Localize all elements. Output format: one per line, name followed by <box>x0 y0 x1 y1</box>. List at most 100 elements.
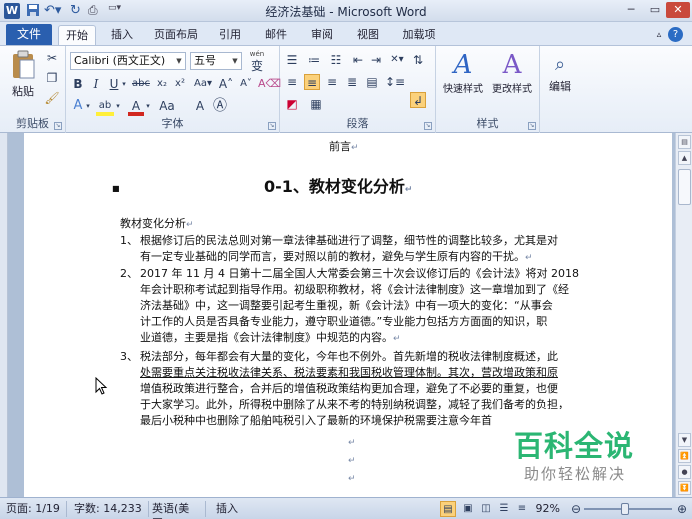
full-screen-view-icon[interactable]: ▣ <box>460 501 476 517</box>
minimize-button[interactable]: ─ <box>620 2 642 18</box>
font-color-icon[interactable]: A <box>128 98 144 116</box>
align-left-icon[interactable]: ≡ <box>284 74 300 90</box>
list-item-line: 处需要重点关注税收法律关系、税法要素和我国税收管理体制。其次，营改增政策和原 <box>140 366 558 379</box>
status-insert-mode[interactable]: 插入 <box>216 501 244 517</box>
document-subheading: 教材变化分析↵ <box>120 217 194 230</box>
group-editing: ⌕ 编辑 <box>540 46 580 133</box>
phonetic-guide-icon[interactable]: wén 变 <box>246 48 268 72</box>
ruler-toggle-icon[interactable]: ▤ <box>678 135 691 149</box>
status-word-count[interactable]: 字数: 14,233 <box>74 501 149 517</box>
copy-icon[interactable]: ❐ <box>44 70 60 86</box>
list-item-line: 增值税政策进行整合，合并后的增值税政策结构更加合理，避免了不必要的重复，也便 <box>140 382 558 395</box>
numbering-icon[interactable]: ≔ <box>306 52 322 68</box>
tab-review[interactable]: 审阅 <box>304 25 340 46</box>
outline-view-icon[interactable]: ☰ <box>496 501 512 517</box>
highlight-icon[interactable]: ab <box>96 98 114 116</box>
grow-font-icon[interactable]: A˄ <box>218 76 234 92</box>
scroll-thumb[interactable] <box>678 169 691 205</box>
tab-insert[interactable]: 插入 <box>104 25 140 46</box>
chevron-down-icon[interactable]: ▾ <box>144 98 152 114</box>
ribbon-tab-bar: 文件 开始 插入 页面布局 引用 邮件 审阅 视图 加载项 ▵ ? <box>0 22 692 46</box>
decrease-indent-icon[interactable]: ⇤ <box>350 52 366 68</box>
bold-icon[interactable]: B <box>70 76 86 92</box>
change-styles-icon: A <box>502 50 522 80</box>
change-styles-button[interactable]: A 更改样式 <box>488 50 536 95</box>
char-border-icon[interactable]: A <box>192 98 208 114</box>
format-painter-icon[interactable]: 🖌 <box>44 90 60 106</box>
previous-page-icon[interactable]: ⏫ <box>678 449 691 463</box>
tab-references[interactable]: 引用 <box>212 25 248 46</box>
print-layout-view-icon[interactable]: ▤ <box>440 501 456 517</box>
font-size-combo[interactable]: 五号 ▼ <box>190 52 242 70</box>
shading-icon[interactable]: ◩ <box>284 96 300 112</box>
paragraph-dialog-launcher-icon[interactable]: ↘ <box>424 122 432 130</box>
subscript-icon[interactable]: x₂ <box>154 76 170 92</box>
zoom-slider-track[interactable] <box>584 503 672 515</box>
show-marks-icon[interactable]: ↲ <box>410 92 426 108</box>
paste-label: 粘贴 <box>12 85 34 98</box>
increase-indent-icon[interactable]: ⇥ <box>368 52 384 68</box>
quick-styles-button[interactable]: A 快速样式 <box>440 50 486 95</box>
multilevel-list-icon[interactable]: ☷ <box>328 52 344 68</box>
font-dialog-launcher-icon[interactable]: ↘ <box>268 122 276 130</box>
chevron-down-icon[interactable]: ▾ <box>84 98 92 114</box>
close-button[interactable]: ✕ <box>666 2 690 18</box>
change-case-icon[interactable]: Aa▾ <box>192 76 214 92</box>
tab-mailings[interactable]: 邮件 <box>258 25 294 46</box>
chevron-down-icon[interactable]: ▾ <box>120 76 128 92</box>
status-page[interactable]: 页面: 1/19 <box>6 501 67 517</box>
scroll-up-icon[interactable]: ▲ <box>678 151 691 165</box>
zoom-slider-thumb[interactable] <box>621 503 629 515</box>
maximize-button[interactable]: ▭ <box>644 2 666 18</box>
bullets-icon[interactable]: ☰ <box>284 52 300 68</box>
styles-dialog-launcher-icon[interactable]: ↘ <box>528 122 536 130</box>
minimize-ribbon-icon[interactable]: ▵ <box>652 25 666 46</box>
help-icon[interactable]: ? <box>668 27 683 42</box>
list-item-line: 济法基础》中，这一调整要引起考生重视，新《会计法》中有一项大的变化：“从事会 <box>140 299 553 312</box>
document-heading: 0-1、教材变化分析↵ <box>264 177 413 196</box>
tab-home[interactable]: 开始 <box>58 25 96 46</box>
superscript-icon[interactable]: x² <box>172 76 188 92</box>
zoom-in-icon[interactable]: ⊕ <box>674 501 690 517</box>
distributed-icon[interactable]: ▤ <box>364 74 380 90</box>
font-name-value: Calibri (西文正文) <box>74 54 166 67</box>
cut-icon[interactable]: ✂ <box>44 50 60 66</box>
web-layout-view-icon[interactable]: ◫ <box>478 501 494 517</box>
watermark-subtitle: 助你轻松解决 <box>524 465 627 483</box>
list-item-number: 2、 <box>120 267 138 280</box>
char-shading-icon[interactable]: Aa <box>158 98 176 114</box>
next-page-icon[interactable]: ⏬ <box>678 481 691 495</box>
clear-format-icon[interactable]: A⌫ <box>258 76 281 92</box>
chinese-layout-icon[interactable]: ✕▾ <box>388 52 406 68</box>
sort-icon[interactable]: ⇅ <box>410 52 426 68</box>
align-center-icon[interactable]: ≡ <box>304 74 320 90</box>
clipboard-dialog-launcher-icon[interactable]: ↘ <box>54 122 62 130</box>
justify-icon[interactable]: ≣ <box>344 74 360 90</box>
tab-file[interactable]: 文件 <box>6 24 52 46</box>
borders-icon[interactable]: ▦ <box>308 96 324 112</box>
enclose-char-icon[interactable]: Ⓐ <box>212 98 228 114</box>
align-right-icon[interactable]: ≡ <box>324 74 340 90</box>
status-language[interactable]: 英语(美国) <box>152 501 206 519</box>
vertical-scrollbar[interactable]: ▤ ▲ ▼ ⏫ ● ⏬ <box>675 133 692 497</box>
line-spacing-icon[interactable]: ↕≡ <box>384 74 406 90</box>
scroll-down-icon[interactable]: ▼ <box>678 433 691 447</box>
list-item-line: 有一定专业基础的同学而言，要对照以前的教材，避免与学生原有内容的干扰。↵ <box>140 250 533 263</box>
draft-view-icon[interactable]: ≡ <box>514 501 530 517</box>
chevron-down-icon[interactable]: ▾ <box>114 98 122 114</box>
italic-icon[interactable]: I <box>88 76 104 92</box>
shrink-font-icon[interactable]: A˅ <box>238 76 254 92</box>
font-size-value: 五号 <box>194 54 216 67</box>
tab-page-layout[interactable]: 页面布局 <box>148 25 204 46</box>
tab-view[interactable]: 视图 <box>350 25 386 46</box>
font-name-combo[interactable]: Calibri (西文正文) ▼ <box>70 52 186 70</box>
editing-button[interactable]: ⌕ 编辑 <box>542 52 578 94</box>
zoom-out-icon[interactable]: ⊖ <box>568 501 584 517</box>
paste-button[interactable]: 粘贴 <box>6 50 40 100</box>
browse-object-icon[interactable]: ● <box>678 465 691 479</box>
list-item-line: 最后小税种中也删除了船舶吨税引入了最新的环境保护税需要注意今年首 <box>140 414 492 427</box>
strikethrough-icon[interactable]: abc <box>130 76 152 92</box>
word-window: W ↶▾ ↻ ⎙ ▭▾ 经济法基础 - Microsoft Word ─ ▭ ✕… <box>0 0 692 519</box>
tab-addins[interactable]: 加载项 <box>396 25 442 46</box>
zoom-level[interactable]: 92% <box>532 501 566 517</box>
